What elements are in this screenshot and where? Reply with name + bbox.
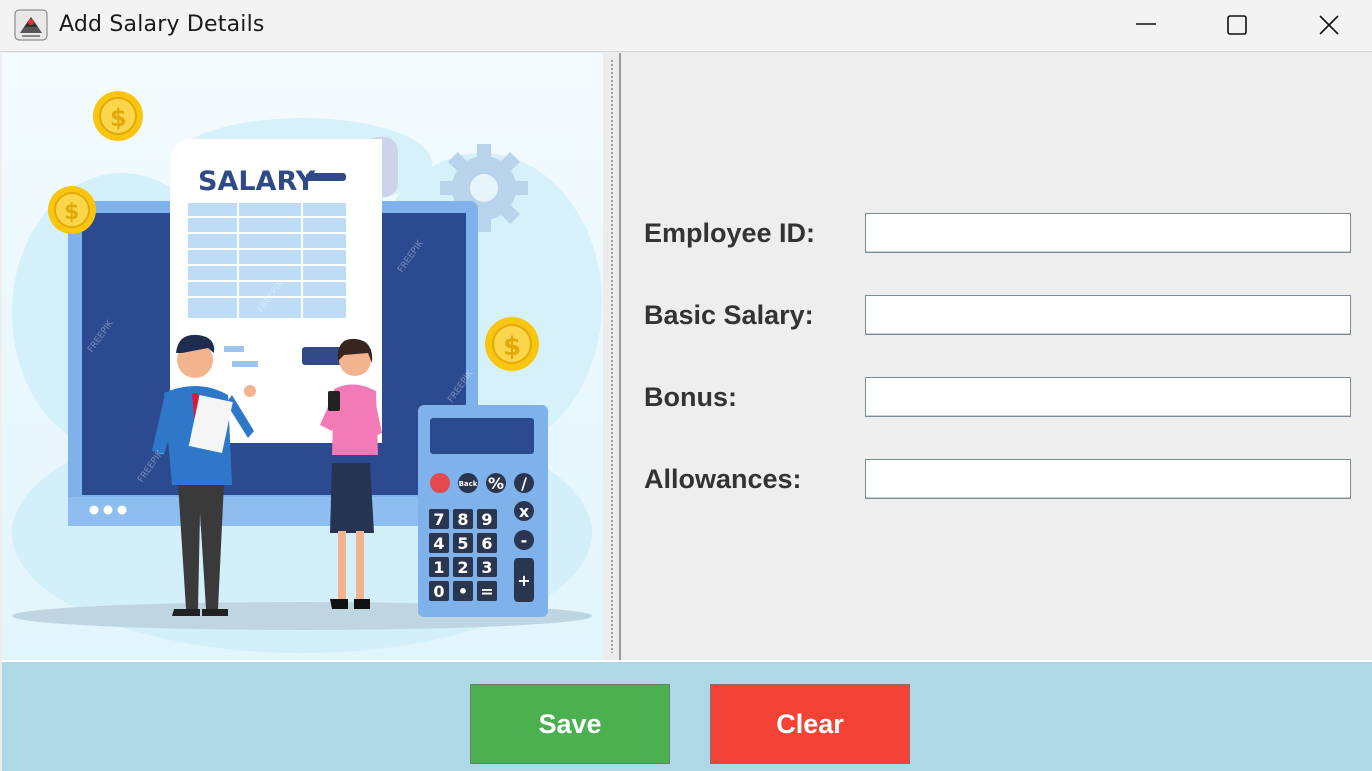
allowances-label: Allowances: (644, 464, 802, 494)
calc-key-label: 3 (481, 558, 492, 577)
save-button[interactable]: Save (470, 684, 670, 764)
clear-button[interactable]: Clear (710, 684, 910, 764)
basic-salary-label: Basic Salary: (644, 300, 814, 330)
calc-key-label: % (488, 474, 504, 493)
divider-grip[interactable] (611, 59, 613, 653)
minimize-button[interactable] (1100, 0, 1192, 50)
calc-key-label: 2 (457, 558, 468, 577)
calc-key-label: 9 (481, 510, 492, 529)
calc-key-label: 7 (433, 510, 444, 529)
basic-salary-input[interactable] (865, 295, 1351, 335)
allowances-input[interactable] (865, 459, 1351, 499)
employee-id-input[interactable] (865, 213, 1351, 253)
split-pane-divider[interactable] (603, 53, 621, 660)
calc-key-label: Back (459, 480, 478, 488)
bonus-label: Bonus: (644, 382, 737, 412)
maximize-button[interactable] (1191, 0, 1283, 50)
calc-key-label: • (458, 582, 468, 601)
coin-icon: $ (485, 317, 539, 371)
action-bar: Save Clear (2, 660, 1372, 771)
svg-text:$: $ (503, 332, 521, 362)
bonus-input[interactable] (865, 377, 1351, 417)
calc-key-label: 5 (457, 534, 468, 553)
calc-key-label: x (519, 502, 530, 521)
close-button[interactable] (1283, 0, 1372, 50)
calc-key-label: 0 (433, 582, 444, 601)
svg-text:$: $ (64, 200, 79, 225)
window-title: Add Salary Details (59, 12, 265, 37)
calc-key-label: + (517, 571, 530, 590)
close-icon (1319, 15, 1339, 35)
maximize-icon (1227, 15, 1247, 35)
calc-key-label: = (480, 582, 493, 601)
java-app-icon (14, 9, 48, 41)
svg-text:$: $ (110, 104, 127, 132)
document-title: SALARY (198, 166, 316, 197)
salary-form: Employee ID: Basic Salary: Bonus: Allowa… (621, 53, 1372, 660)
calc-key-label: 1 (433, 558, 444, 577)
calc-key-label: 6 (481, 534, 492, 553)
calc-key-label: 4 (433, 534, 444, 553)
employee-id-label: Employee ID: (644, 218, 816, 248)
calc-key-label: 8 (457, 510, 468, 529)
salary-illustration: SALARY $ $ $ Back % / x - + 7 8 9 4 5 6 … (2, 53, 603, 660)
coin-icon: $ (93, 91, 143, 141)
coin-icon: $ (48, 186, 96, 234)
calc-key-label: / (521, 474, 527, 493)
calc-key (430, 473, 450, 493)
minimize-icon (1136, 23, 1156, 25)
title-bar: Add Salary Details (0, 0, 1372, 52)
calc-key-label: - (521, 531, 528, 550)
